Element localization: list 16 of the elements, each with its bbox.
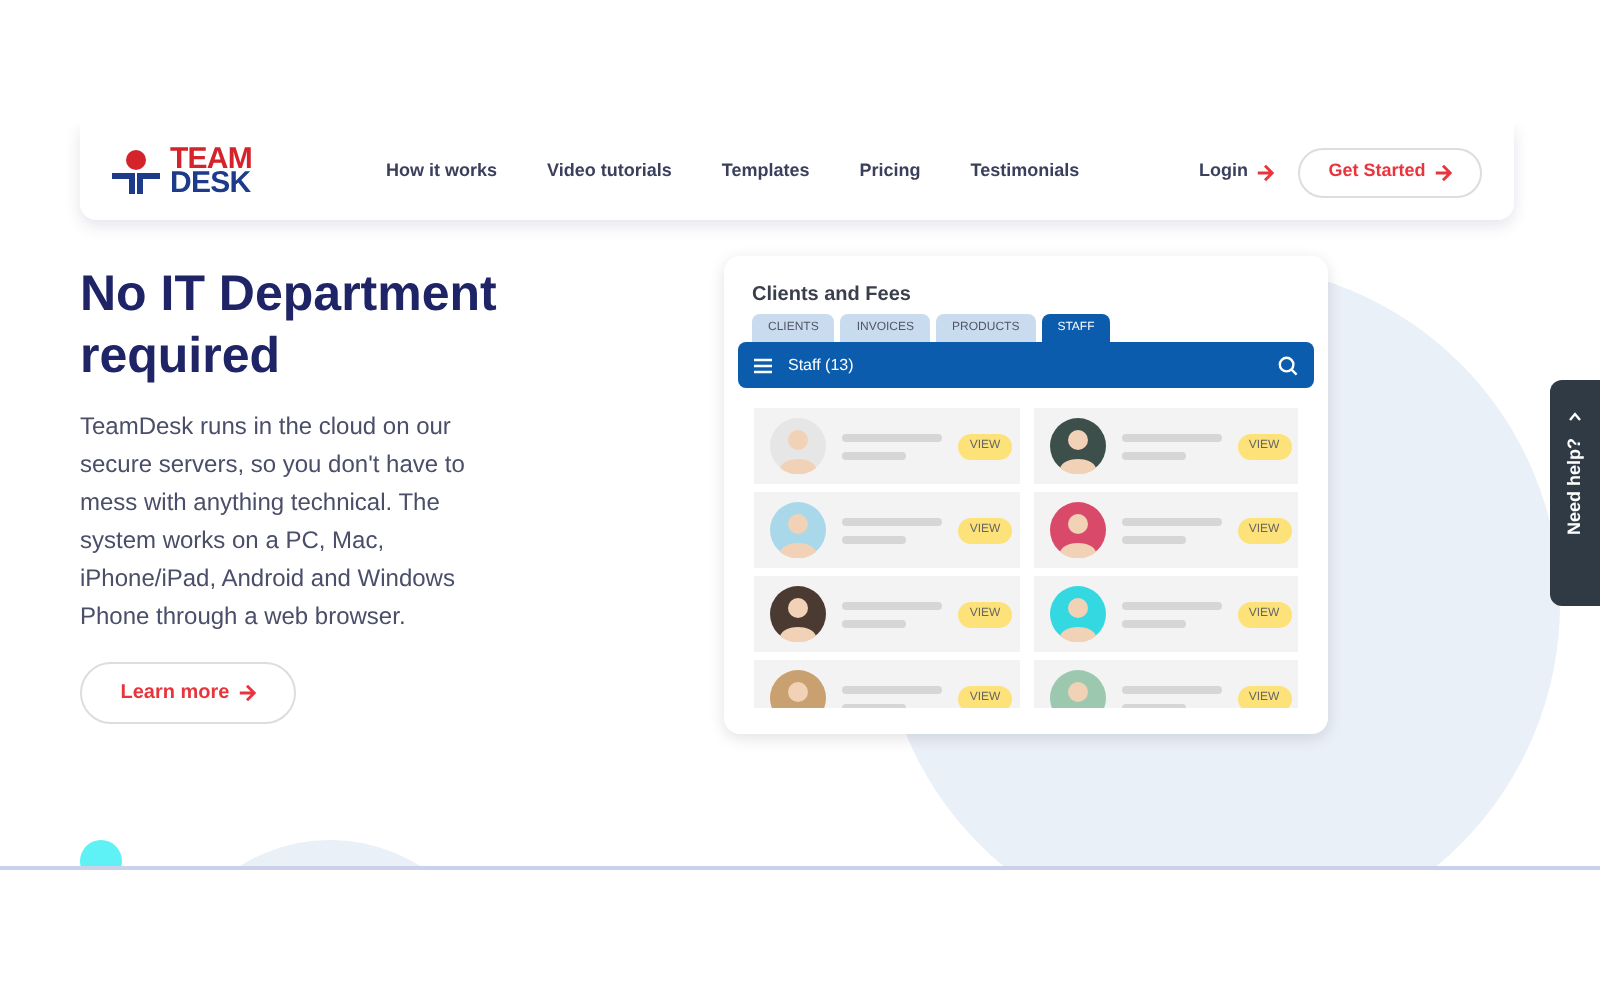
nav-link[interactable]: Templates <box>721 158 810 186</box>
get-started-button[interactable]: Get Started <box>1298 147 1482 197</box>
hero-paragraph: TeamDesk runs in the cloud on our secure servers, so you don't have to mess with anything technical. The system works on a PC, Mac, iPhone/iPad, Android and Windows Phone through a web browser. <box>80 410 467 634</box>
login-link[interactable]: Login <box>1199 158 1274 186</box>
nav-link[interactable]: Pricing <box>859 158 921 186</box>
help-tab[interactable]: Need help? <box>1550 380 1600 606</box>
list-title: Staff (13) <box>788 353 854 377</box>
app-title: Clients and Fees <box>752 282 913 310</box>
hero-heading: No IT Department required <box>80 264 499 388</box>
nav-link[interactable]: How it works <box>386 158 498 186</box>
help-label: Need help? <box>1561 438 1586 536</box>
learn-more-button[interactable]: Learn more <box>80 662 296 724</box>
nav-link[interactable]: Testimonials <box>970 158 1080 186</box>
nav-link[interactable]: Video tutorials <box>547 158 672 186</box>
logo-text: DESK <box>170 172 252 196</box>
logo-text: TEAM <box>170 148 252 172</box>
